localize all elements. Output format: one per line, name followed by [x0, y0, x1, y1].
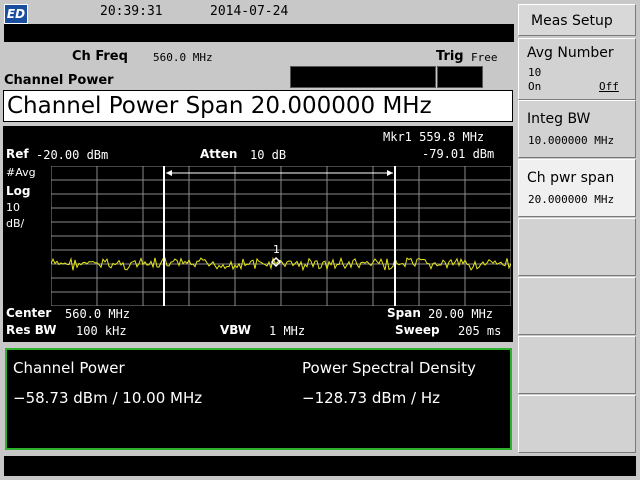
scale-value: 10 — [6, 201, 20, 214]
ref-value: -20.00 dBm — [36, 148, 109, 162]
marker-number: 1 — [273, 243, 280, 256]
avg-number-label: Avg Number — [527, 45, 614, 61]
integ-bw-label: Integ BW — [527, 111, 591, 127]
channel-power-value: −58.73 dBm / 10.00 MHz — [13, 389, 203, 407]
span-title: Channel Power Span 20.000000 MHz — [3, 90, 513, 122]
clock-date: 2014-07-24 — [210, 4, 289, 19]
bottom-status-bar — [4, 456, 636, 476]
marker-amplitude: -79.01 dBm — [422, 147, 495, 161]
status-box — [290, 66, 436, 88]
marker-frequency: Mkr1 559.8 MHz — [383, 130, 485, 144]
center-value: 560.0 MHz — [65, 307, 131, 321]
results-panel: Channel Power −58.73 dBm / 10.00 MHz Pow… — [5, 348, 512, 450]
atten-value: 10 dB — [250, 148, 287, 162]
instrument-logo: ED — [4, 4, 28, 24]
scale-unit: dB/ — [6, 217, 25, 230]
integ-bw-value: 10.000000 MHz — [528, 134, 615, 147]
psd-value: −128.73 dBm / Hz — [302, 389, 440, 407]
avg-number-value: 10 — [528, 66, 542, 79]
softkey-blank-8[interactable] — [518, 395, 636, 453]
span-value: 20.00 MHz — [428, 307, 494, 321]
status-box-small — [437, 66, 483, 88]
ch-freq-label: Ch Freq — [72, 49, 128, 64]
psd-label: Power Spectral Density — [302, 359, 476, 377]
message-bar — [4, 24, 514, 42]
softkey-blank-7[interactable] — [518, 336, 636, 394]
ch-pwr-span-value: 20.000000 MHz — [528, 193, 615, 206]
sweep-label: Sweep — [395, 323, 440, 337]
ch-pwr-span-label: Ch pwr span — [527, 170, 615, 186]
trig-value: Free — [471, 51, 498, 64]
center-label: Center — [6, 306, 52, 320]
avg-on-option: On — [528, 80, 542, 93]
avg-off-option: Off — [599, 80, 619, 93]
sweep-value: 205 ms — [458, 324, 502, 338]
measurement-mode: Channel Power — [4, 73, 114, 88]
scale-type: Log — [6, 184, 31, 198]
trig-label: Trig — [436, 49, 464, 64]
softkey-blank-5[interactable] — [518, 218, 636, 276]
ch-pwr-span-softkey[interactable]: Ch pwr span 20.000000 MHz — [518, 159, 636, 217]
resbw-label: Res BW — [6, 323, 57, 337]
avg-number-softkey[interactable]: Avg Number 10 On Off — [518, 38, 636, 100]
integ-bw-softkey[interactable]: Integ BW 10.000000 MHz — [518, 100, 636, 158]
softkey-blank-6[interactable] — [518, 277, 636, 335]
spectrum-display[interactable]: Mkr1 559.8 MHz -79.01 dBm Ref -20.00 dBm… — [3, 126, 513, 342]
graticule-trace: 1 — [51, 166, 511, 306]
avg-indicator: #Avg — [6, 166, 36, 179]
span-label: Span — [387, 306, 421, 320]
vbw-label: VBW — [220, 323, 252, 337]
menu-title-meas-setup: Meas Setup — [518, 4, 636, 36]
ch-freq-value: 560.0 MHz — [153, 51, 213, 64]
atten-label: Atten — [200, 147, 238, 161]
clock-time: 20:39:31 — [100, 4, 163, 19]
resbw-value: 100 kHz — [76, 324, 127, 338]
ref-label: Ref — [6, 147, 29, 161]
vbw-value: 1 MHz — [269, 324, 306, 338]
channel-power-label: Channel Power — [13, 359, 125, 377]
